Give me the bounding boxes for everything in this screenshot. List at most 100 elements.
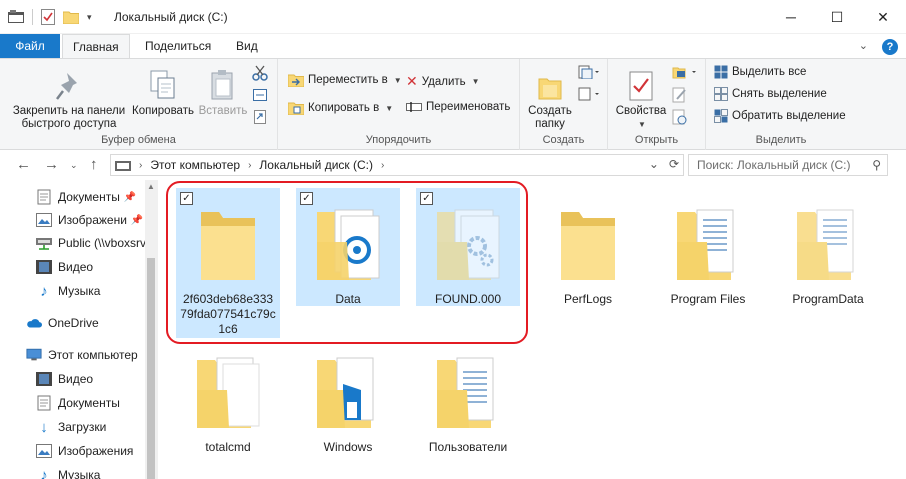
easy-access-icon[interactable] [578,87,600,101]
explorer-app-icon[interactable] [8,10,24,24]
copy-to-button[interactable]: Копировать в ▼ [288,101,393,115]
nav-item-documents[interactable]: Документы [36,392,120,414]
group-organize: Переместить в ▼ Копировать в ▼ ✕ Удалить ▼ … [278,59,520,150]
history-icon[interactable] [672,109,688,125]
group-clipboard: Закрепить на панели быстрого доступа Коп… [0,59,278,150]
group-label-clipboard: Буфер обмена [101,134,176,146]
nav-item-downloads[interactable]: ↓ Загрузки [36,416,106,438]
maximize-button[interactable]: ☐ [814,0,860,34]
edit-icon[interactable] [672,87,688,103]
folder-item-totalcmd[interactable]: totalcmd [176,336,280,454]
folder-item-users[interactable]: Пользователи [416,336,520,454]
select-all-icon [714,65,728,79]
music-icon: ♪ [40,282,48,300]
group-select: Выделить все Снять выделение Обратить вы… [706,59,856,150]
file-name: ProgramData [792,292,864,306]
back-arrow-icon[interactable]: ← [16,156,31,173]
group-label-open: Открыть [634,134,679,146]
nav-scrollbar[interactable]: ▲ [145,180,157,479]
nav-item-music[interactable]: ♪ Музыка [36,464,100,479]
address-dropdown-icon[interactable]: ⌄ [649,157,659,171]
group-label-new: Создать [542,134,585,146]
up-arrow-icon[interactable]: ↑ [90,156,98,173]
folder-item-windows[interactable]: Windows [296,336,400,454]
customize-qat-icon[interactable]: ▾ [87,12,92,23]
copy-button[interactable]: Копировать [128,65,198,118]
new-folder-qat-icon[interactable] [63,10,79,24]
select-none-button[interactable]: Снять выделение [714,87,827,101]
new-item-icon[interactable] [578,65,600,79]
nav-item-pictures[interactable]: Изображения [36,440,133,462]
breadcrumb-local-disk[interactable]: Локальный диск (C:) [259,158,373,172]
search-input[interactable]: Поиск: Локальный диск (C:) ⚲ [688,154,888,176]
rename-button[interactable]: Переименовать [406,101,510,113]
documents-icon [36,395,52,411]
file-name: Program Files [670,292,746,306]
tab-share[interactable]: Поделиться [135,34,221,58]
nav-item-documents-pinned[interactable]: Документы 📌 [36,186,136,208]
help-icon[interactable]: ? [882,39,898,55]
documents-icon [36,189,52,205]
close-button[interactable]: ✕ [860,0,906,34]
nav-item-public-share[interactable]: Public (\\vboxsrv [36,232,146,254]
network-drive-icon [36,235,52,251]
invert-selection-icon [714,109,728,123]
quick-access-toolbar: ▾ [8,9,92,25]
ribbon-tabs: Файл Главная Поделиться Вид ⌄ ? [0,34,906,59]
new-folder-button[interactable]: Создать папку [522,65,578,131]
move-to-icon [288,74,304,87]
nav-item-video[interactable]: Видео [36,368,93,390]
group-label-select: Выделить [755,134,807,146]
delete-button[interactable]: ✕ Удалить ▼ [406,73,480,90]
nav-scrollbar-thumb[interactable] [147,258,155,479]
pin-icon[interactable]: 📌 [124,192,136,203]
folder-icon [561,212,615,280]
cut-icon[interactable] [252,65,268,81]
nav-item-music-quick[interactable]: ♪ Музыка [36,280,100,302]
nav-item-video-quick[interactable]: Видео [36,256,93,278]
paste-button[interactable]: Вставить [196,65,250,118]
pictures-icon [36,443,52,459]
paste-icon [211,70,233,100]
pin-quick-access-button[interactable]: Закрепить на панели быстрого доступа [8,65,130,131]
folder-item-perflogs[interactable]: PerfLogs [536,188,640,306]
nav-item-this-pc[interactable]: Этот компьютер [26,344,138,366]
breadcrumb-separator-icon[interactable]: › [381,160,384,171]
paste-shortcut-icon[interactable] [254,110,266,124]
forward-arrow-icon[interactable]: → [44,156,59,173]
file-name: PerfLogs [563,292,613,306]
invert-selection-button[interactable]: Обратить выделение [714,109,846,123]
folder-lined-icon [797,209,854,280]
folder-item-program-files[interactable]: Program Files [656,188,760,306]
collapse-ribbon-icon[interactable]: ⌄ [859,39,868,55]
breadcrumb-separator-icon[interactable]: › [248,160,251,171]
address-bar[interactable]: › Этот компьютер › Локальный диск (C:) ›… [110,154,684,176]
tab-view[interactable]: Вид [226,34,268,58]
folder-lined-icon [677,209,734,280]
file-name: totalcmd [205,440,251,454]
properties-button[interactable]: Свойства ▼ [612,65,670,131]
folder-item-programdata[interactable]: ProgramData [776,188,880,306]
tab-home[interactable]: Главная [62,34,130,59]
pin-icon[interactable]: 📌 [131,215,143,226]
navigation-bar: ← → ⌄ ↑ › Этот компьютер › Локальный дис… [0,150,906,180]
rename-icon [406,102,422,112]
nav-item-pictures-pinned[interactable]: Изображени 📌 [36,209,143,231]
refresh-icon[interactable]: ⟳ [669,157,679,171]
scroll-up-arrow-icon[interactable]: ▲ [147,182,155,191]
new-folder-icon [538,78,562,100]
video-icon [36,371,52,387]
recent-locations-icon[interactable]: ⌄ [70,160,78,171]
computer-icon [26,347,42,363]
select-all-button[interactable]: Выделить все [714,65,806,79]
properties-qat-icon[interactable] [41,9,55,25]
breadcrumb-this-pc[interactable]: Этот компьютер [150,158,240,172]
file-name: Пользователи [428,440,508,454]
copy-path-icon[interactable] [253,89,267,101]
open-icon[interactable] [672,65,698,79]
tab-file[interactable]: Файл [0,34,60,58]
nav-item-onedrive[interactable]: OneDrive [26,312,99,334]
downloads-icon: ↓ [40,418,48,436]
move-to-button[interactable]: Переместить в ▼ [288,73,402,87]
minimize-button[interactable]: ─ [768,0,814,34]
